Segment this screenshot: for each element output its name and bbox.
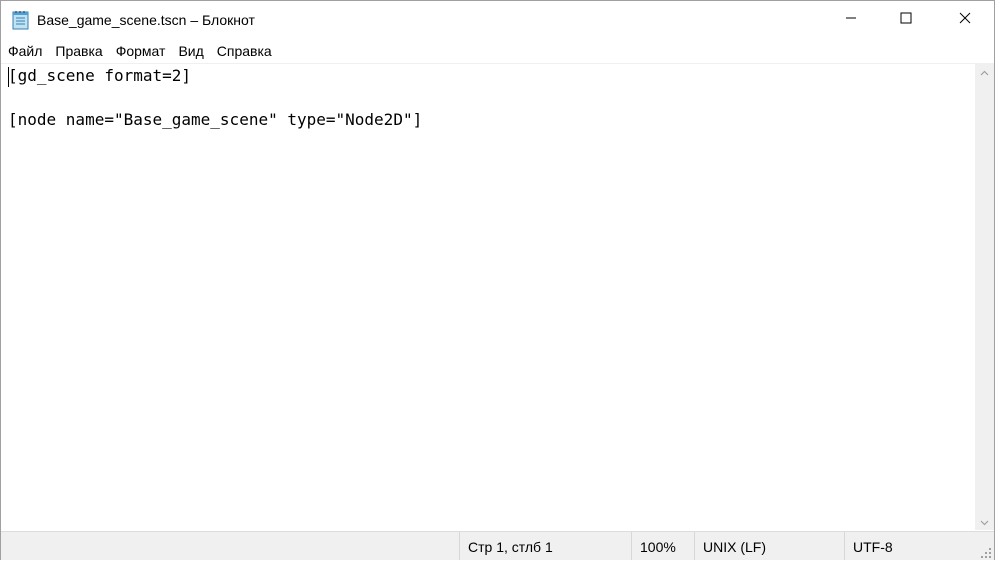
menu-bar: Файл Правка Формат Вид Справка — [1, 39, 994, 63]
editor-line: [gd_scene format=2] — [8, 66, 192, 85]
chevron-up-icon — [980, 63, 989, 81]
menu-edit[interactable]: Правка — [48, 39, 108, 63]
cursor-position: Стр 1, стлб 1 — [468, 539, 553, 555]
vertical-scrollbar[interactable] — [975, 63, 994, 530]
encoding: UTF-8 — [853, 539, 893, 555]
zoom-level: 100% — [640, 539, 676, 555]
menu-help[interactable]: Справка — [210, 39, 278, 63]
maximize-icon — [900, 11, 912, 29]
line-ending: UNIX (LF) — [703, 539, 766, 555]
text-caret — [8, 67, 9, 87]
close-icon — [959, 11, 971, 29]
chevron-down-icon — [980, 513, 989, 531]
window-title: Base_game_scene.tscn – Блокнот — [37, 12, 255, 28]
menu-format[interactable]: Формат — [109, 39, 172, 63]
maximize-button[interactable] — [877, 1, 935, 39]
scroll-up-button[interactable] — [975, 63, 994, 80]
minimize-button[interactable] — [822, 1, 880, 39]
text-editor[interactable]: [gd_scene format=2] [node name="Base_gam… — [1, 63, 975, 531]
menu-file[interactable]: Файл — [1, 39, 48, 63]
close-button[interactable] — [936, 1, 994, 39]
title-bar[interactable]: Base_game_scene.tscn – Блокнот — [1, 1, 994, 39]
notepad-window: Base_game_scene.tscn – Блокнот Файл Прав… — [0, 0, 995, 560]
resize-grip-icon[interactable] — [980, 546, 992, 558]
notepad-icon — [12, 10, 30, 30]
minimize-icon — [845, 11, 857, 29]
scroll-down-button[interactable] — [975, 513, 994, 530]
editor-line: [node name="Base_game_scene" type="Node2… — [8, 110, 423, 129]
status-bar: Стр 1, стлб 1 100% UNIX (LF) UTF-8 — [1, 531, 994, 560]
menu-view[interactable]: Вид — [171, 39, 209, 63]
